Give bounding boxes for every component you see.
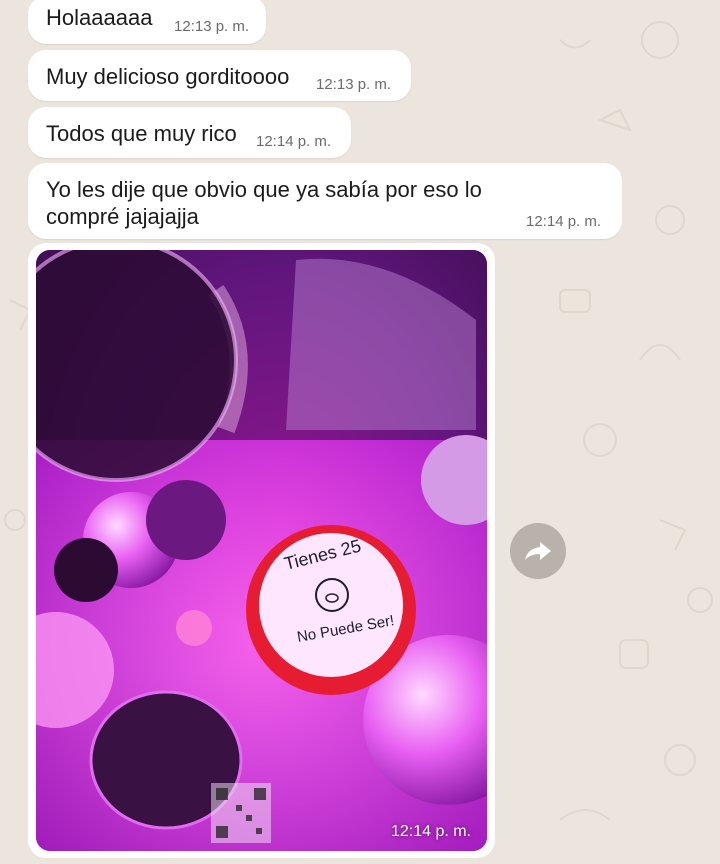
- message-text: Muy delicioso gorditoooo: [46, 64, 290, 89]
- forward-arrow-icon: [525, 542, 551, 560]
- message-text: Yo les dije que obvio que ya sabía por e…: [46, 177, 482, 229]
- message-text: Todos que muy rico: [46, 121, 237, 146]
- message-bubble[interactable]: Holaaaaaa 12:13 p. m.: [28, 0, 266, 44]
- forward-button[interactable]: [510, 523, 566, 579]
- photo-message-bubble[interactable]: Tienes 25 No Puede Ser! 12:14 p. m.: [28, 243, 495, 858]
- message-time: 12:14 p. m.: [526, 213, 602, 230]
- message-bubble[interactable]: Yo les dije que obvio que ya sabía por e…: [28, 163, 622, 239]
- message-bubble[interactable]: Todos que muy rico 12:14 p. m.: [28, 107, 351, 158]
- photo-time: 12:14 p. m.: [390, 823, 471, 840]
- message-text: Holaaaaaa: [46, 5, 153, 30]
- message-bubble[interactable]: Muy delicioso gorditoooo 12:13 p. m.: [28, 50, 411, 101]
- message-time: 12:14 p. m.: [256, 133, 332, 150]
- cake-photo[interactable]: Tienes 25 No Puede Ser! 12:14 p. m.: [36, 250, 487, 851]
- message-time: 12:13 p. m.: [316, 76, 392, 93]
- message-time: 12:13 p. m.: [174, 18, 250, 35]
